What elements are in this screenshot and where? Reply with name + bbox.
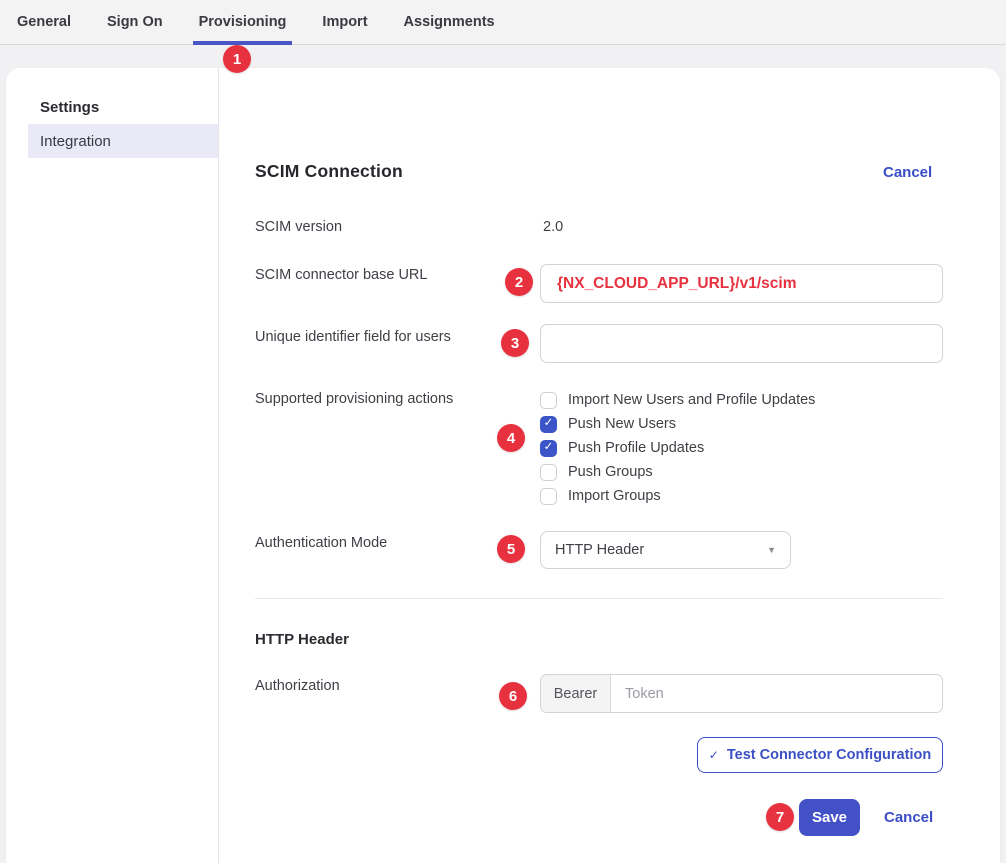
http-header-heading: HTTP Header: [255, 631, 349, 648]
sidebar-item-integration[interactable]: Integration: [28, 124, 218, 158]
checkbox-row-push-new-users[interactable]: ✓ Push New Users: [540, 412, 815, 436]
checkbox-label: Push Profile Updates: [568, 440, 704, 456]
tab-assignments[interactable]: Assignments: [398, 0, 501, 45]
base-url-input[interactable]: [540, 264, 943, 303]
provisioning-page: General Sign On Provisioning Import Assi…: [0, 0, 1006, 863]
tab-import[interactable]: Import: [316, 0, 373, 45]
checkbox-row-push-groups[interactable]: ✓ Push Groups: [540, 460, 815, 484]
checkbox-icon[interactable]: ✓: [540, 488, 557, 505]
test-connector-label: Test Connector Configuration: [727, 747, 931, 763]
annotation-badge-1: 1: [223, 45, 251, 73]
check-icon: ✓: [544, 418, 554, 430]
chevron-down-icon: ▼: [767, 545, 776, 555]
authorization-label: Authorization: [255, 678, 340, 694]
checkbox-label: Push New Users: [568, 416, 676, 432]
base-url-label: SCIM connector base URL: [255, 267, 427, 283]
provisioning-actions-list: ✓ Import New Users and Profile Updates ✓…: [540, 388, 815, 508]
tab-general[interactable]: General: [11, 0, 77, 45]
token-input[interactable]: [611, 675, 942, 712]
checkbox-icon[interactable]: ✓: [540, 464, 557, 481]
auth-mode-select[interactable]: HTTP Header ▼: [540, 531, 791, 569]
provisioning-actions-label: Supported provisioning actions: [255, 391, 453, 407]
checkbox-label: Import New Users and Profile Updates: [568, 392, 815, 408]
page-title: SCIM Connection: [255, 161, 403, 182]
annotation-badge-5: 5: [497, 535, 525, 563]
checkbox-row-import-new-users[interactable]: ✓ Import New Users and Profile Updates: [540, 388, 815, 412]
test-connector-button[interactable]: ✓ Test Connector Configuration: [697, 737, 943, 773]
auth-mode-label: Authentication Mode: [255, 535, 387, 551]
unique-identifier-input[interactable]: [540, 324, 943, 363]
annotation-badge-3: 3: [501, 329, 529, 357]
header-cancel-link[interactable]: Cancel: [883, 164, 932, 181]
section-divider: [255, 598, 943, 599]
app-tab-bar: General Sign On Provisioning Import Assi…: [0, 0, 1006, 45]
annotation-badge-4: 4: [497, 424, 525, 452]
annotation-badge-7: 7: [766, 803, 794, 831]
checkbox-row-import-groups[interactable]: ✓ Import Groups: [540, 484, 815, 508]
checkbox-icon[interactable]: ✓: [540, 416, 557, 433]
check-icon: ✓: [709, 748, 719, 762]
scim-version-value: 2.0: [543, 219, 563, 235]
tab-provisioning[interactable]: Provisioning: [193, 0, 293, 45]
save-button[interactable]: Save: [799, 799, 860, 836]
scim-version-label: SCIM version: [255, 219, 342, 235]
checkbox-row-push-profile-updates[interactable]: ✓ Push Profile Updates: [540, 436, 815, 460]
sidebar-divider: [218, 68, 219, 863]
unique-identifier-label: Unique identifier field for users: [255, 329, 451, 345]
tab-sign-on[interactable]: Sign On: [101, 0, 169, 45]
annotation-badge-6: 6: [499, 682, 527, 710]
checkbox-icon[interactable]: ✓: [540, 440, 557, 457]
checkbox-label: Import Groups: [568, 488, 661, 504]
checkbox-label: Push Groups: [568, 464, 653, 480]
footer-cancel-link[interactable]: Cancel: [884, 809, 933, 826]
auth-mode-value: HTTP Header: [555, 542, 767, 558]
annotation-badge-2: 2: [505, 268, 533, 296]
bearer-prefix: Bearer: [541, 675, 611, 712]
check-icon: ✓: [544, 442, 554, 454]
authorization-input-group: Bearer: [540, 674, 943, 713]
checkbox-icon[interactable]: ✓: [540, 392, 557, 409]
sidebar-heading: Settings: [40, 99, 99, 116]
